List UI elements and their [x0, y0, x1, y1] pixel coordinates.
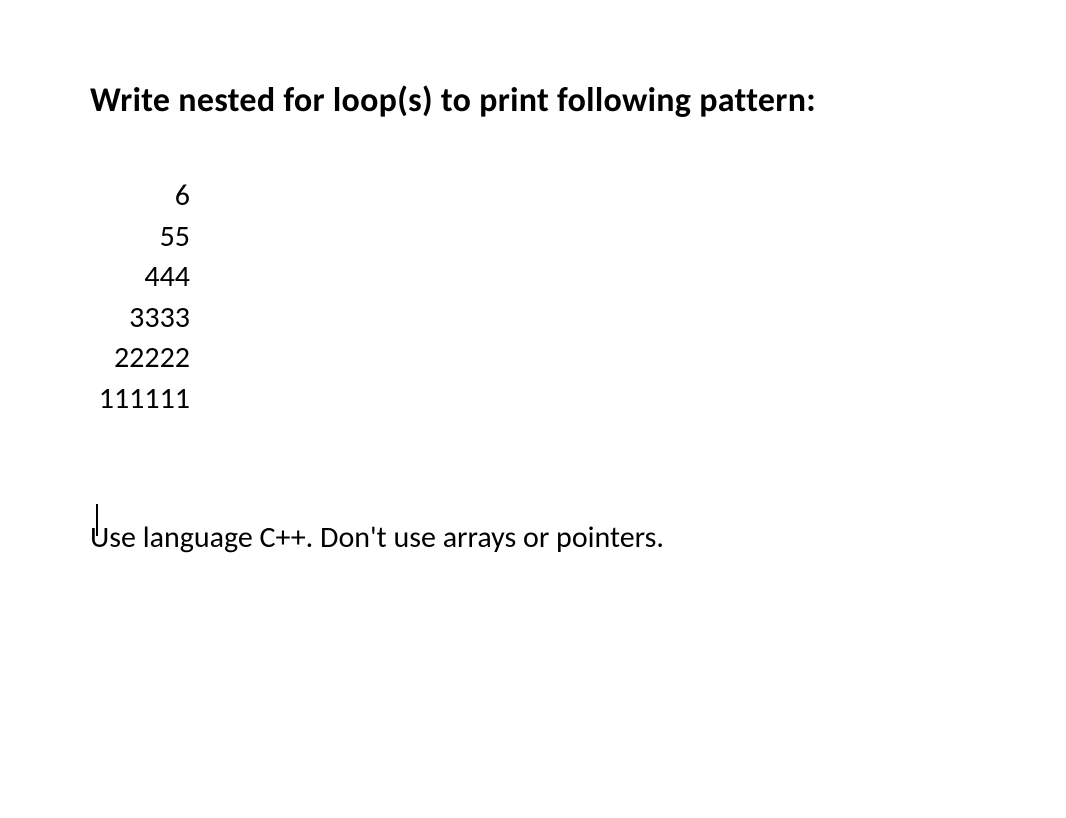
pattern-block: 6 55 444 3333 22222 111111 [92, 176, 976, 419]
pattern-line: 55 [92, 217, 190, 258]
pattern-line: 111111 [92, 379, 190, 420]
instruction-text: Use language C++. Don't use arrays or po… [90, 519, 976, 556]
text-cursor [96, 504, 98, 536]
pattern-line: 3333 [92, 298, 190, 339]
pattern-line: 444 [92, 257, 190, 298]
question-heading: Write nested for loop(s) to print follow… [90, 80, 976, 121]
pattern-line: 22222 [92, 338, 190, 379]
pattern-line: 6 [92, 176, 190, 217]
